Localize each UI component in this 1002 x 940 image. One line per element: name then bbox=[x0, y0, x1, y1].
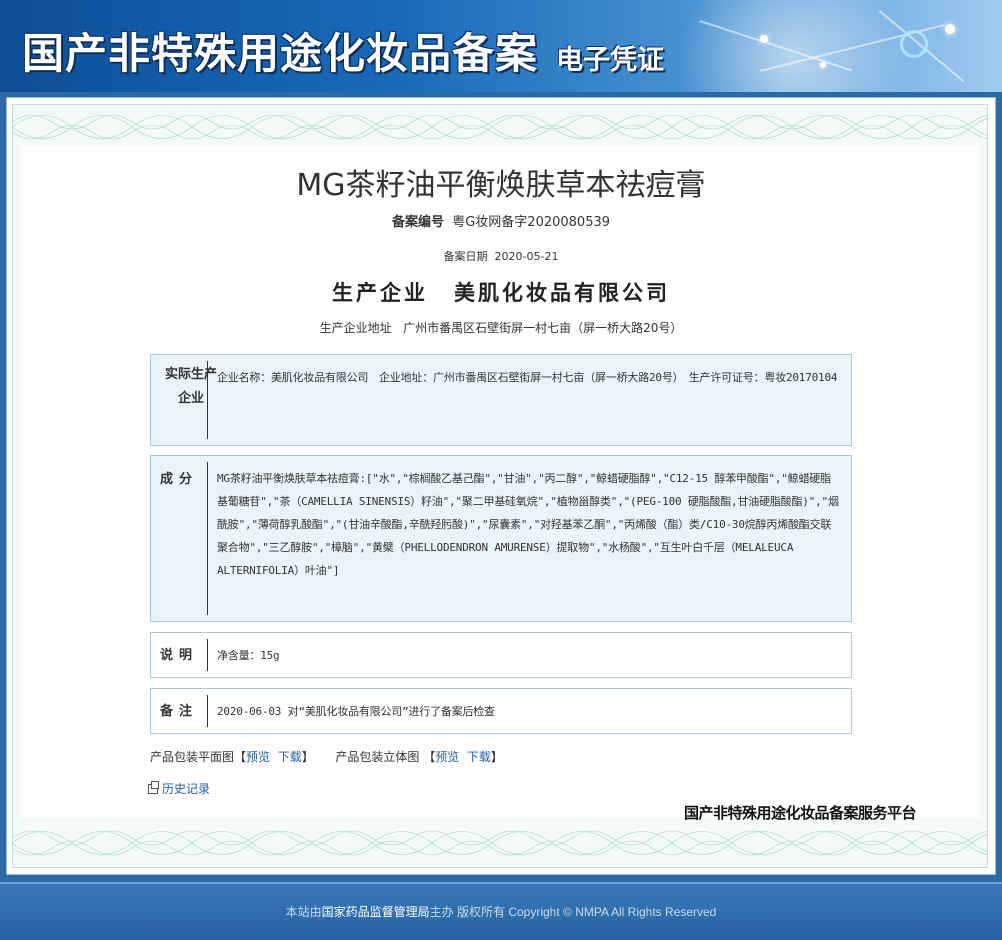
description-text: 净含量：15g bbox=[217, 649, 280, 662]
registration-date-row: 备案日期 2020-05-21 bbox=[0, 248, 1002, 264]
registration-number-row: 备案编号 粤G妆网备字2020080539 bbox=[0, 211, 1002, 230]
box-divider bbox=[207, 695, 208, 727]
actual-producer-text: 企业名称：美肌化妆品有限公司 企业地址：广州市番禺区石壁街屏一村七亩（屏一桥大路… bbox=[217, 371, 838, 384]
registration-number-label: 备案编号 bbox=[391, 215, 444, 230]
banner-molecule-dot bbox=[820, 62, 826, 68]
bracket-close: 】 bbox=[490, 750, 503, 764]
box-divider bbox=[207, 639, 208, 671]
registration-date-label: 备案日期 bbox=[443, 250, 488, 263]
footer-prefix: 本站由 bbox=[285, 905, 322, 919]
footer-suffix: 主办 版权所有 Copyright © NMPA All Rights Rese… bbox=[429, 905, 717, 919]
box-divider bbox=[207, 361, 208, 439]
banner-subtitle: 电子凭证 bbox=[556, 45, 664, 76]
manufacturer-name: 美肌化妆品有限公司 bbox=[454, 280, 670, 305]
flat-package-label: 产品包装平面图 bbox=[150, 750, 235, 764]
guilloche-top-pattern bbox=[12, 114, 988, 140]
manufacturer-address-row: 生产企业地址 广州市番禺区石壁街屏一村七亩（屏一桥大路20号） bbox=[0, 319, 1002, 336]
footer-org-link[interactable]: 国家药品监督管理局 bbox=[322, 905, 430, 919]
registration-number-value: 粤G妆网备字2020080539 bbox=[452, 215, 611, 230]
flat-preview-link[interactable]: 预览 bbox=[246, 750, 270, 764]
ingredients-text: MG茶籽油平衡焕肤草本祛痘膏:["水","棕榈酸乙基己酯","甘油","丙二醇"… bbox=[217, 472, 839, 577]
footer-copyright: 本站由国家药品监督管理局主办 版权所有 Copyright © NMPA All… bbox=[0, 903, 1002, 920]
stereo-download-link[interactable]: 下载 bbox=[467, 750, 491, 764]
actual-producer-box: 实际生产企业 企业名称：美肌化妆品有限公司 企业地址：广州市番禺区石壁街屏一村七… bbox=[150, 354, 852, 446]
banner-molecule-dot bbox=[945, 24, 955, 34]
header-banner: 国产非特殊用途化妆品备案 电子凭证 bbox=[0, 0, 1002, 92]
history-record-link[interactable]: 历史记录 bbox=[148, 780, 210, 797]
history-record-label[interactable]: 历史记录 bbox=[162, 782, 210, 796]
bracket-close: 】 bbox=[301, 750, 314, 764]
banner-title: 国产非特殊用途化妆品备案 bbox=[22, 29, 539, 78]
remark-box: 备注 2020-06-03 对“美肌化妆品有限公司”进行了备案后检查 bbox=[150, 688, 852, 734]
manufacturer-row: 生产企业 美肌化妆品有限公司 bbox=[0, 277, 1002, 307]
description-label: 说明 bbox=[159, 648, 198, 663]
bracket-open: 【 bbox=[423, 750, 436, 764]
bracket-open: 【 bbox=[234, 750, 247, 764]
manufacturer-address-value: 广州市番禺区石壁街屏一村七亩（屏一桥大路20号） bbox=[403, 321, 683, 335]
manufacturer-address-label: 生产企业地址 bbox=[319, 321, 392, 335]
remark-label: 备注 bbox=[159, 704, 198, 719]
package-image-links: 产品包装平面图【预览 下载】 产品包装立体图 【预览 下载】 bbox=[150, 748, 503, 765]
stereo-package-label: 产品包装立体图 bbox=[335, 750, 420, 764]
guilloche-bottom-pattern bbox=[12, 830, 988, 856]
registration-date-value: 2020-05-21 bbox=[494, 250, 559, 263]
platform-name: 国产非特殊用途化妆品备案服务平台 bbox=[684, 804, 917, 822]
external-window-icon bbox=[148, 781, 159, 794]
product-title: MG茶籽油平衡焕肤草本祛痘膏 bbox=[296, 168, 706, 203]
box-divider bbox=[207, 462, 208, 615]
remark-text: 2020-06-03 对“美肌化妆品有限公司”进行了备案后检查 bbox=[217, 705, 495, 718]
banner-molecule-ring bbox=[900, 30, 928, 58]
flat-download-link[interactable]: 下载 bbox=[278, 750, 302, 764]
ingredients-label: 成分 bbox=[159, 472, 198, 487]
banner-molecule-dot bbox=[760, 35, 768, 43]
ingredients-box: 成分 MG茶籽油平衡焕肤草本祛痘膏:["水","棕榈酸乙基己酯","甘油","丙… bbox=[150, 455, 852, 622]
manufacturer-label: 生产企业 bbox=[332, 280, 428, 305]
page-footer: 本站由国家药品监督管理局主办 版权所有 Copyright © NMPA All… bbox=[0, 882, 1002, 940]
description-box: 说明 净含量：15g bbox=[150, 632, 852, 678]
stereo-preview-link[interactable]: 预览 bbox=[435, 750, 459, 764]
